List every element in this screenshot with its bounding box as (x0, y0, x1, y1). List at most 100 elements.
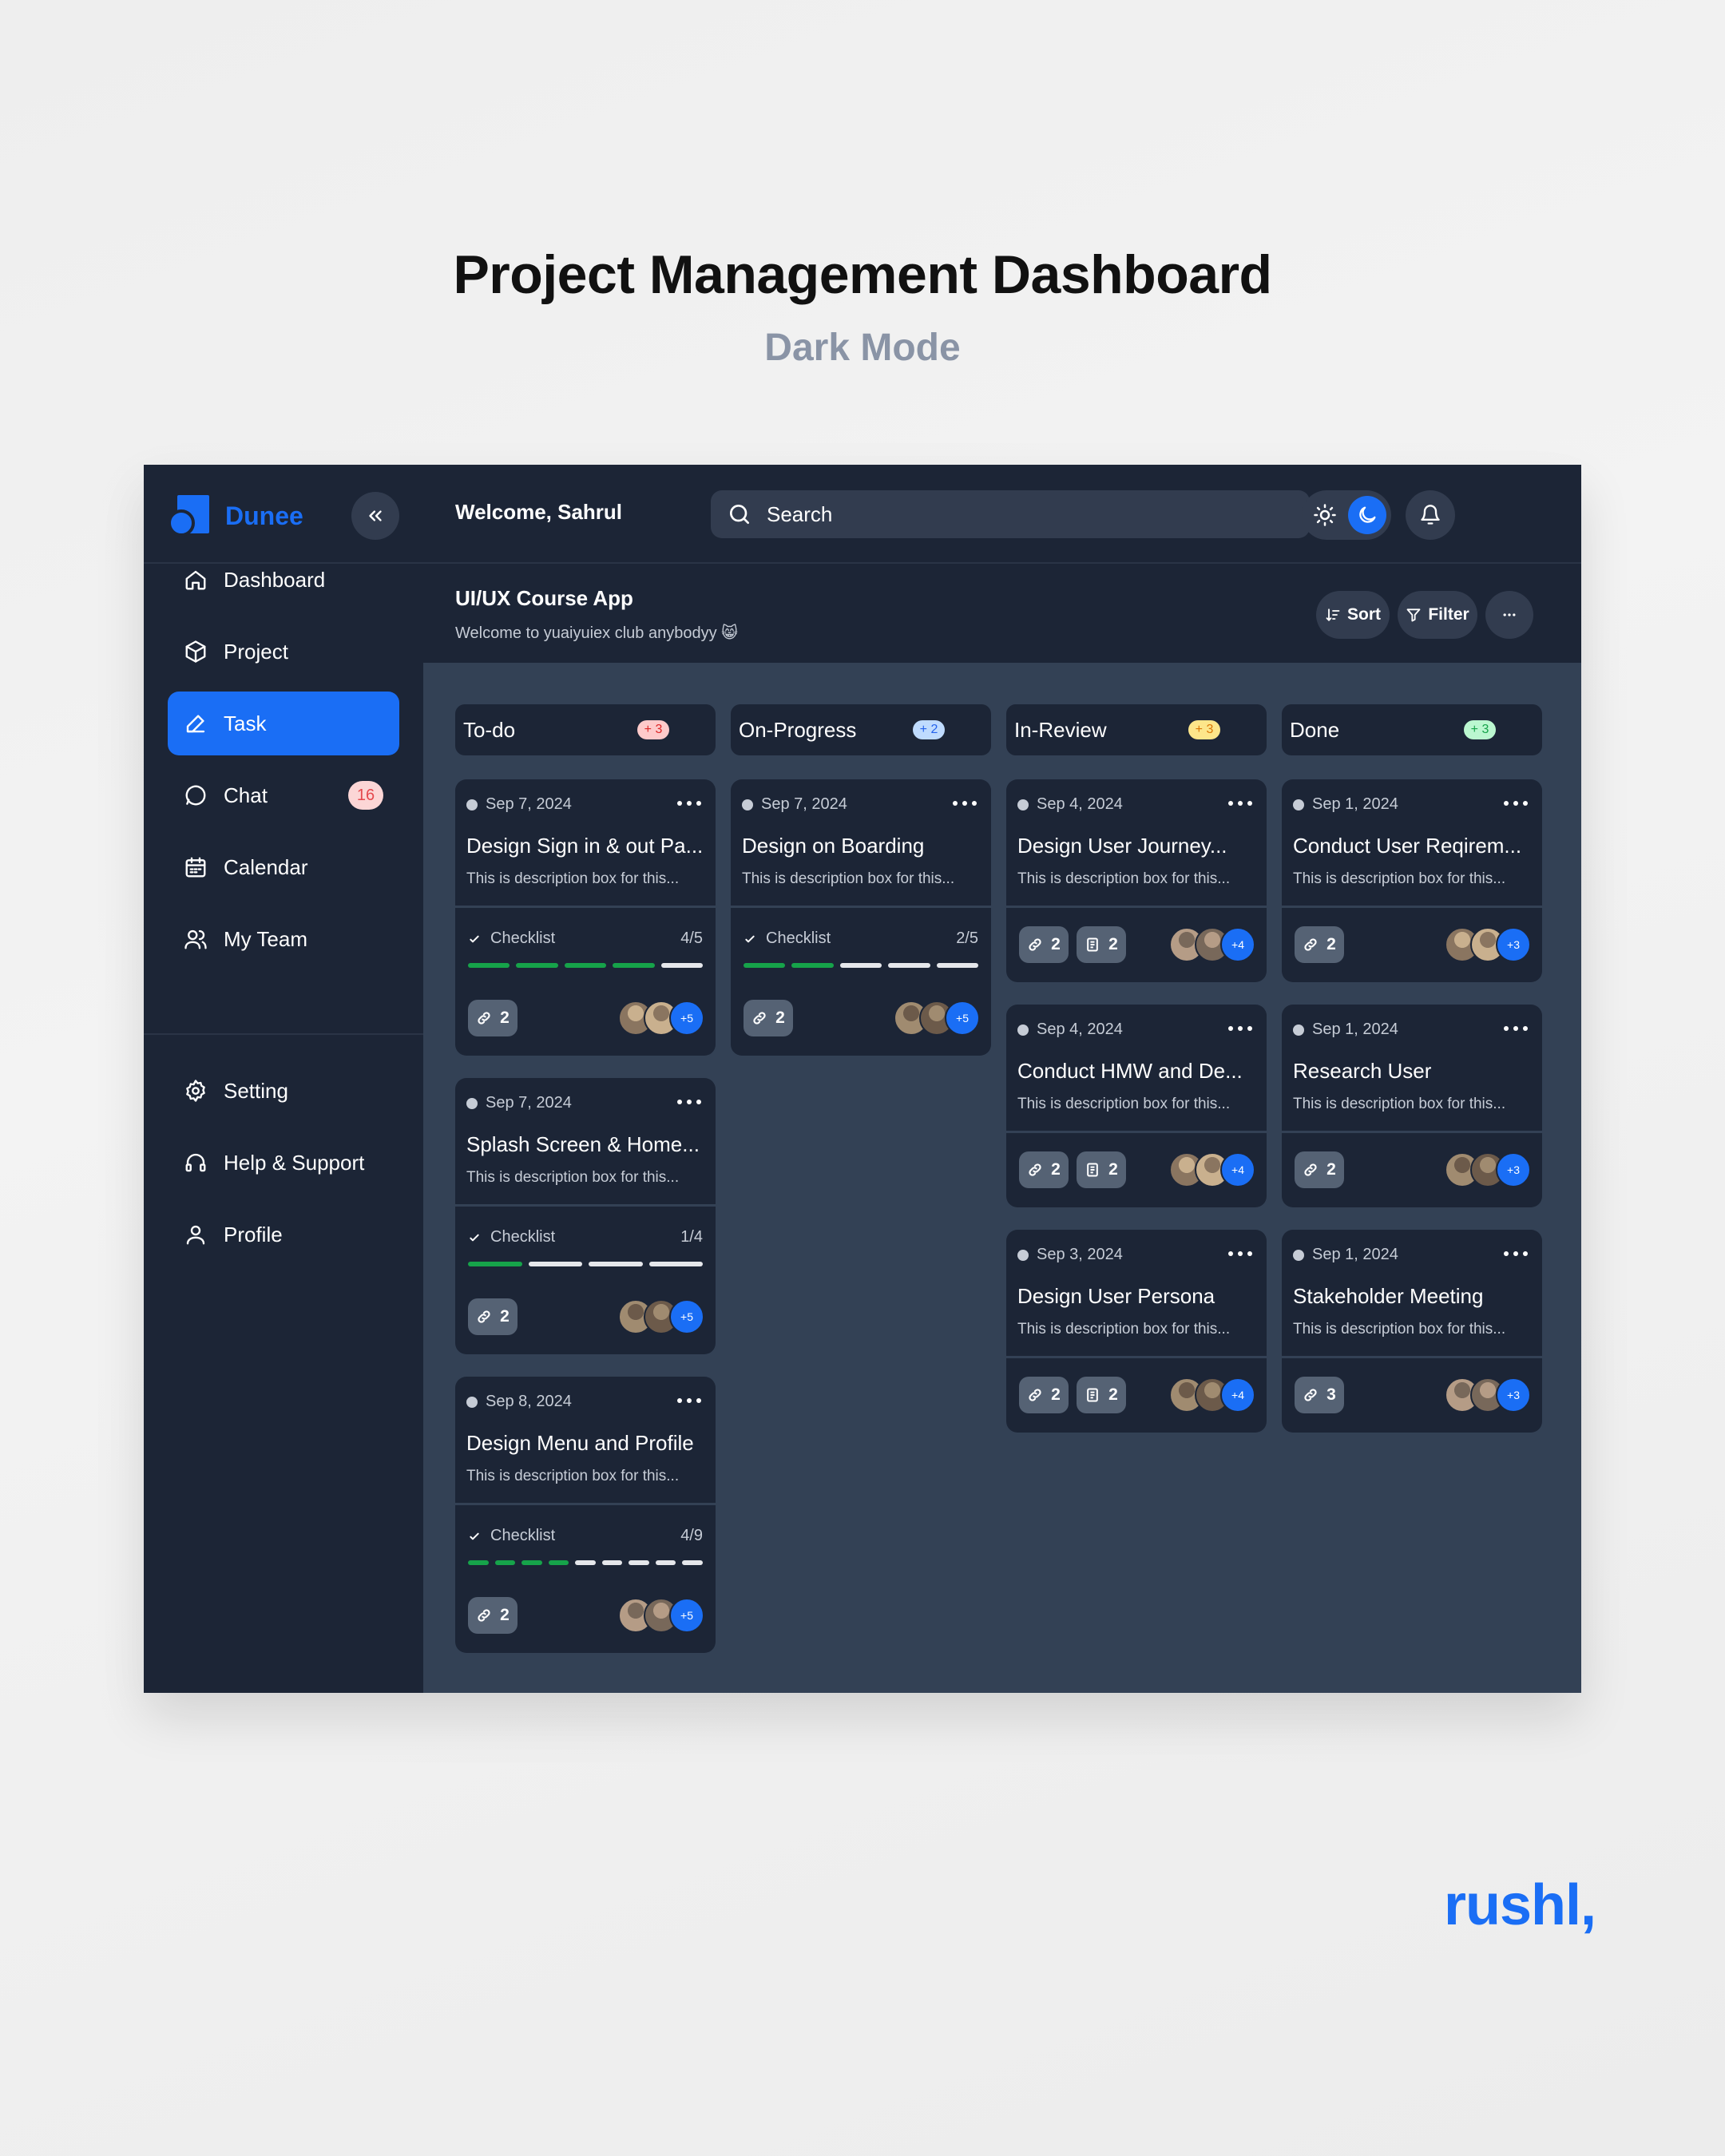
card-menu-button[interactable] (677, 794, 701, 813)
page-subheading: Dark Mode (764, 327, 961, 369)
links-count: 2 (1326, 935, 1336, 953)
sidebar-item-setting[interactable]: Setting (168, 1059, 399, 1123)
task-card[interactable]: Sep 7, 2024 Splash Screen & Home... This i… (455, 1078, 716, 1354)
more-members-badge[interactable]: +4 (1220, 927, 1255, 962)
checklist-segment (936, 963, 978, 968)
links-chip[interactable]: 2 (468, 1298, 518, 1335)
task-card[interactable]: Sep 7, 2024 Design Sign in & out Pa... Thi… (455, 779, 716, 1056)
more-members-badge[interactable]: +3 (1496, 1152, 1531, 1187)
search-bar[interactable] (711, 490, 1310, 538)
column-header-in-review[interactable]: In-Review + 3 (1006, 704, 1267, 755)
card-menu-button[interactable] (1228, 1244, 1252, 1263)
task-card[interactable]: Sep 8, 2024 Design Menu and Profile This i… (455, 1377, 716, 1653)
more-members-badge[interactable]: +4 (1220, 1152, 1255, 1187)
more-members-badge[interactable]: +5 (669, 1001, 704, 1036)
sort-button[interactable]: Sort (1316, 591, 1390, 639)
more-options-button[interactable] (1485, 591, 1533, 639)
card-date: Sep 1, 2024 (1293, 1021, 1398, 1039)
task-card[interactable]: Sep 1, 2024 Stakeholder Meeting This is de… (1282, 1230, 1542, 1433)
sidebar-item-profile[interactable]: Profile (168, 1203, 399, 1266)
assignee-avatars[interactable]: +4 (1169, 1152, 1255, 1187)
links-chip[interactable]: 2 (468, 1597, 518, 1634)
card-menu-button[interactable] (1228, 1019, 1252, 1038)
assignee-avatars[interactable]: +3 (1445, 1152, 1531, 1187)
bell-icon (1421, 505, 1440, 525)
links-chip[interactable]: 2 (1019, 1377, 1069, 1413)
app-logo[interactable]: Dunee (168, 495, 303, 537)
card-date-text: Sep 3, 2024 (1037, 1246, 1123, 1263)
task-card[interactable]: Sep 3, 2024 Design User Persona This is de… (1006, 1230, 1267, 1433)
task-card[interactable]: Sep 4, 2024 Design User Journey... This is… (1006, 779, 1267, 982)
sidebar-item-help-support[interactable]: Help & Support (168, 1131, 399, 1195)
column-header-to-do[interactable]: To-do + 3 (455, 704, 716, 755)
documents-chip[interactable]: 2 (1077, 926, 1126, 963)
checklist-segment (494, 1560, 516, 1565)
more-members-badge[interactable]: +3 (1496, 927, 1531, 962)
card-menu-button[interactable] (677, 1092, 701, 1112)
sidebar-item-my-team[interactable]: My Team (168, 907, 399, 971)
search-input[interactable] (767, 501, 1278, 527)
assignee-avatars[interactable]: +5 (618, 1299, 704, 1334)
card-divider (1006, 1131, 1267, 1133)
links-chip[interactable]: 2 (1019, 926, 1069, 963)
link-icon (478, 1310, 490, 1323)
links-chip[interactable]: 2 (1295, 926, 1344, 963)
card-date: Sep 7, 2024 (466, 1094, 572, 1112)
assignee-avatars[interactable]: +5 (894, 1001, 980, 1036)
links-chip[interactable]: 2 (1019, 1151, 1069, 1188)
logo-text: Dunee (225, 501, 303, 530)
assignee-avatars[interactable]: +3 (1445, 927, 1531, 962)
card-menu-button[interactable] (1504, 1019, 1528, 1038)
sidebar-item-chat[interactable]: Chat 16 (168, 763, 399, 827)
links-count: 2 (500, 1307, 510, 1326)
more-members-badge[interactable]: +5 (669, 1598, 704, 1633)
links-chip[interactable]: 2 (1295, 1151, 1344, 1188)
collapse-sidebar-button[interactable] (351, 492, 399, 540)
assignee-avatars[interactable]: +5 (618, 1598, 704, 1633)
links-chip[interactable]: 3 (1295, 1377, 1344, 1413)
sidebar-item-project[interactable]: Project (168, 620, 399, 684)
card-menu-button[interactable] (1504, 1244, 1528, 1263)
column-header-done[interactable]: Done + 3 (1282, 704, 1542, 755)
card-title: Design on Boarding (742, 834, 925, 858)
checklist-segment (791, 963, 834, 968)
sidebar-item-task[interactable]: Task (168, 692, 399, 755)
more-members-badge[interactable]: +5 (945, 1001, 980, 1036)
checklist-segment (528, 1262, 582, 1266)
sidebar-item-dashboard[interactable]: Dashboard (168, 548, 399, 612)
notifications-button[interactable] (1406, 490, 1455, 540)
links-count: 3 (1326, 1385, 1336, 1404)
dark-mode-button[interactable] (1348, 496, 1386, 534)
sidebar-item-calendar[interactable]: Calendar (168, 835, 399, 899)
checklist-text: Checklist (766, 929, 831, 947)
sun-icon[interactable] (1313, 503, 1337, 527)
assignee-avatars[interactable]: +4 (1169, 927, 1255, 962)
page-heading: Project Management Dashboard (453, 244, 1272, 305)
assignee-avatars[interactable]: +3 (1445, 1377, 1531, 1413)
links-chip[interactable]: 2 (468, 1000, 518, 1036)
task-card[interactable]: Sep 1, 2024 Conduct User Reqirem... This i… (1282, 779, 1542, 982)
card-date-text: Sep 1, 2024 (1312, 795, 1398, 813)
card-menu-button[interactable] (677, 1391, 701, 1410)
card-menu-button[interactable] (953, 794, 977, 813)
column-title: On-Progress (739, 717, 857, 742)
more-members-badge[interactable]: +5 (669, 1299, 704, 1334)
card-date: Sep 4, 2024 (1017, 795, 1123, 814)
logo-icon (168, 495, 209, 537)
task-card[interactable]: Sep 7, 2024 Design on Boarding This is des… (731, 779, 991, 1056)
task-card[interactable]: Sep 4, 2024 Conduct HMW and De... This is … (1006, 1005, 1267, 1207)
card-menu-button[interactable] (1504, 794, 1528, 813)
assignee-avatars[interactable]: +5 (618, 1001, 704, 1036)
filter-button[interactable]: Filter (1398, 591, 1477, 639)
column-header-on-progress[interactable]: On-Progress + 2 (731, 704, 991, 755)
links-chip[interactable]: 2 (744, 1000, 793, 1036)
documents-chip[interactable]: 2 (1077, 1377, 1126, 1413)
more-members-badge[interactable]: +4 (1220, 1377, 1255, 1413)
home-icon (185, 570, 206, 590)
assignee-avatars[interactable]: +4 (1169, 1377, 1255, 1413)
documents-chip[interactable]: 2 (1077, 1151, 1126, 1188)
theme-toggle[interactable] (1302, 490, 1391, 540)
card-menu-button[interactable] (1228, 794, 1252, 813)
task-card[interactable]: Sep 1, 2024 Research User This is descript… (1282, 1005, 1542, 1207)
more-members-badge[interactable]: +3 (1496, 1377, 1531, 1413)
